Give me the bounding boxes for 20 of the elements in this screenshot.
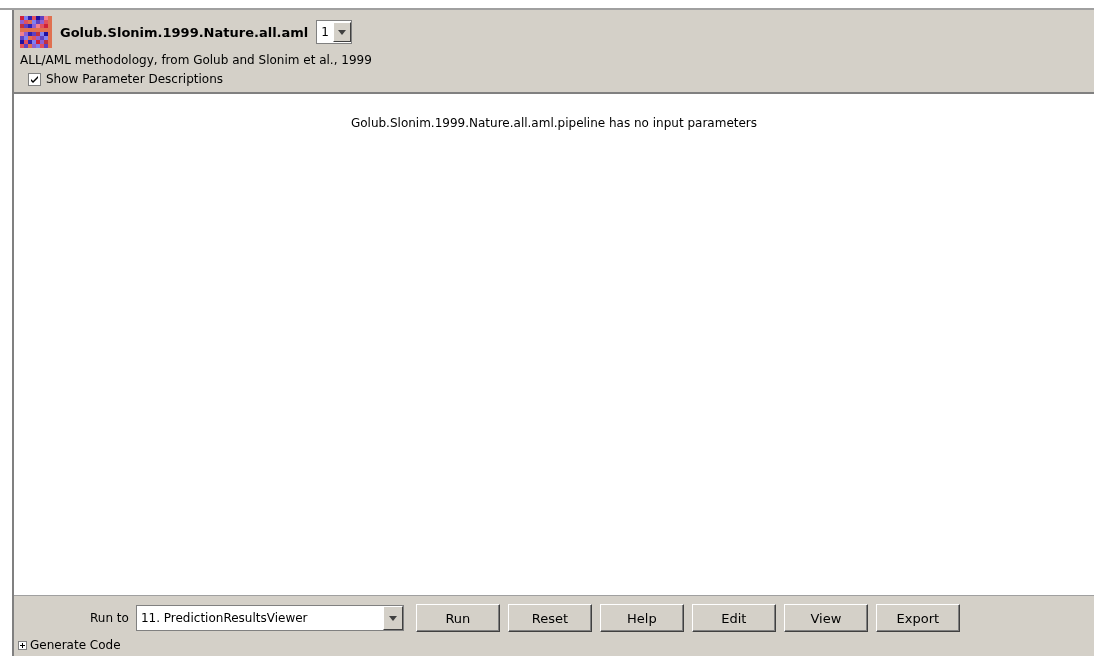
toolbar-button[interactable]: Edit: [691, 604, 776, 632]
caret-icon: [337, 29, 346, 35]
no-parameters-message: Golub.Slonim.1999.Nature.all.aml.pipeline has no input parameters: [350, 116, 758, 132]
version-dropdown[interactable]: 1: [316, 20, 352, 44]
toolbar-button[interactable]: Run: [415, 604, 500, 632]
pipeline-description: ALL/AML methodology, from Golub and Slonim et al., 1999: [20, 53, 373, 67]
toolbar-button[interactable]: Export: [875, 604, 960, 632]
run-to-dropdown[interactable]: 11. PredictionResultsViewer: [135, 605, 404, 631]
caret-icon: [388, 615, 397, 621]
toolbar-button[interactable]: Help: [599, 604, 684, 632]
generate-code-label[interactable]: Generate Code: [30, 638, 121, 652]
show-descriptions-checkbox[interactable]: [28, 72, 41, 86]
pipeline-title: Golub.Slonim.1999.Nature.all.aml: [60, 24, 309, 40]
checkbox-label: Show Parameter Descriptions: [46, 72, 224, 86]
toolbar-button[interactable]: Reset: [507, 604, 592, 632]
checkmark-icon: [30, 74, 39, 84]
heatmap-icon: [20, 16, 52, 48]
toolbar-button[interactable]: View: [783, 604, 868, 632]
run-to-label: Run to: [90, 611, 129, 625]
expand-icon[interactable]: [18, 640, 27, 650]
